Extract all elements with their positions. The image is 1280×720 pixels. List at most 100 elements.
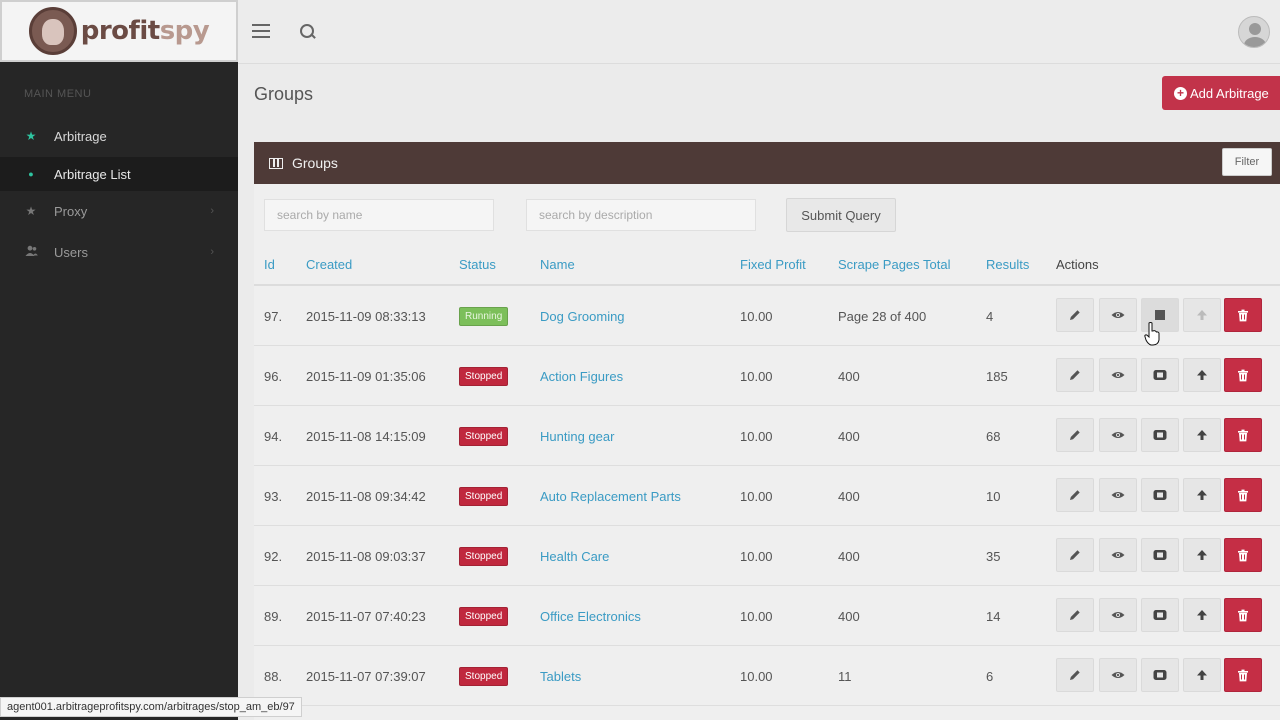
- pencil-icon: [1068, 428, 1082, 442]
- row-scrape-pages: 400: [838, 488, 860, 504]
- row-id: 93.: [264, 488, 283, 504]
- record-button[interactable]: [1141, 658, 1179, 692]
- search-description-input[interactable]: [526, 199, 756, 231]
- push-button[interactable]: [1183, 538, 1221, 572]
- search-icon[interactable]: [300, 24, 316, 40]
- status-badge: Running: [459, 306, 509, 326]
- column-header-status[interactable]: Status: [459, 257, 496, 272]
- record-button[interactable]: [1141, 358, 1179, 392]
- sidebar-item-label: Proxy: [54, 203, 88, 219]
- sidebar-item-users[interactable]: Users ›: [0, 235, 238, 269]
- column-header-results[interactable]: Results: [986, 257, 1029, 272]
- row-created: 2015-11-08 09:34:42: [306, 488, 426, 504]
- record-button[interactable]: [1141, 418, 1179, 452]
- row-id: 97.: [264, 308, 283, 324]
- panel-title: Groups: [292, 155, 338, 171]
- edit-button[interactable]: [1056, 658, 1094, 692]
- view-button[interactable]: [1099, 358, 1137, 392]
- row-name-link[interactable]: Office Electronics: [540, 586, 641, 646]
- column-header-id[interactable]: Id: [264, 257, 275, 272]
- edit-button[interactable]: [1056, 358, 1094, 392]
- column-header-scrape-pages-total[interactable]: Scrape Pages Total: [838, 257, 951, 272]
- record-button[interactable]: [1141, 598, 1179, 632]
- row-id: 89.: [264, 608, 283, 624]
- push-button[interactable]: [1183, 418, 1221, 452]
- pencil-icon: [1068, 308, 1082, 322]
- edit-button[interactable]: [1056, 418, 1094, 452]
- push-button[interactable]: [1183, 598, 1221, 632]
- star-icon: ★: [25, 129, 37, 143]
- delete-button[interactable]: [1224, 358, 1262, 392]
- edit-button[interactable]: [1056, 538, 1094, 572]
- edit-button[interactable]: [1056, 598, 1094, 632]
- row-created: 2015-11-08 14:15:09: [306, 428, 426, 444]
- table-row: 92. 2015-11-08 09:03:37 Stopped Health Care…: [254, 526, 1280, 586]
- view-button[interactable]: [1099, 538, 1137, 572]
- view-button[interactable]: [1099, 478, 1137, 512]
- column-header-created[interactable]: Created: [306, 257, 352, 272]
- row-name-link[interactable]: Auto Replacement Parts: [540, 466, 681, 526]
- row-name-link[interactable]: Hunting gear: [540, 406, 614, 466]
- push-button[interactable]: [1183, 358, 1221, 392]
- view-button[interactable]: [1099, 598, 1137, 632]
- record-button[interactable]: [1141, 478, 1179, 512]
- row-results: 14: [986, 608, 1001, 624]
- trash-icon: [1237, 369, 1249, 382]
- submit-query-button[interactable]: Submit Query: [786, 198, 896, 232]
- plus-circle-icon: +: [1174, 86, 1187, 100]
- eye-icon: [1111, 310, 1125, 320]
- eye-icon: [1111, 370, 1125, 380]
- column-header-actions: Actions: [1056, 257, 1099, 272]
- add-arbitrage-button[interactable]: + Add Arbitrage: [1162, 76, 1280, 110]
- panel-header: Groups Filter: [254, 142, 1280, 184]
- view-button[interactable]: [1099, 418, 1137, 452]
- edit-button[interactable]: [1056, 478, 1094, 512]
- menu-toggle-icon[interactable]: [252, 24, 270, 40]
- delete-button[interactable]: [1224, 598, 1262, 632]
- row-scrape-pages: 400: [838, 608, 860, 624]
- push-button[interactable]: [1183, 298, 1221, 332]
- sidebar-item-proxy[interactable]: ★ Proxy ›: [0, 194, 238, 228]
- delete-button[interactable]: [1224, 658, 1262, 692]
- column-header-fixed-profit[interactable]: Fixed Profit: [740, 257, 806, 272]
- arrow-up-icon: [1196, 669, 1208, 681]
- column-header-name[interactable]: Name: [540, 257, 575, 272]
- logo-mark-icon: [28, 7, 77, 55]
- row-name-link[interactable]: Health Care: [540, 526, 609, 586]
- view-button[interactable]: [1099, 298, 1137, 332]
- status-badge: Stopped: [459, 546, 509, 566]
- delete-button[interactable]: [1224, 538, 1262, 572]
- row-name-link[interactable]: Tablets: [540, 646, 581, 706]
- row-id: 92.: [264, 548, 283, 564]
- edit-button[interactable]: [1056, 298, 1094, 332]
- filter-button[interactable]: Filter: [1222, 148, 1272, 176]
- chevron-right-icon: ›: [210, 246, 214, 258]
- row-fixed-profit: 10.00: [740, 488, 773, 504]
- logo[interactable]: profitspy: [0, 0, 238, 62]
- row-fixed-profit: 10.00: [740, 668, 773, 684]
- hand-cursor-icon: [1144, 322, 1160, 346]
- table-row: 96. 2015-11-09 01:35:06 Stopped Action Figu…: [254, 346, 1280, 406]
- row-fixed-profit: 10.00: [740, 428, 773, 444]
- row-id: 96.: [264, 368, 283, 384]
- delete-button[interactable]: [1224, 418, 1262, 452]
- push-button[interactable]: [1183, 658, 1221, 692]
- row-created: 2015-11-07 07:39:07: [306, 668, 426, 684]
- chevron-right-icon: ›: [210, 205, 214, 217]
- sidebar-item-arbitrage[interactable]: ★ Arbitrage: [0, 119, 238, 153]
- record-button[interactable]: [1141, 538, 1179, 572]
- search-name-input[interactable]: [264, 199, 494, 231]
- user-avatar[interactable]: [1238, 16, 1270, 48]
- view-button[interactable]: [1099, 658, 1137, 692]
- delete-button[interactable]: [1224, 478, 1262, 512]
- table-row: 94. 2015-11-08 14:15:09 Stopped Hunting gea…: [254, 406, 1280, 466]
- sidebar-item-label: Arbitrage List: [54, 166, 131, 182]
- pencil-icon: [1068, 548, 1082, 562]
- sidebar-item-arbitrage-list[interactable]: ● Arbitrage List: [0, 157, 238, 191]
- status-bar-url: agent001.arbitrageprofitspy.com/arbitrag…: [0, 697, 302, 717]
- row-name-link[interactable]: Action Figures: [540, 346, 623, 406]
- row-name-link[interactable]: Dog Grooming: [540, 286, 625, 346]
- arrow-up-icon: [1196, 369, 1208, 381]
- push-button[interactable]: [1183, 478, 1221, 512]
- delete-button[interactable]: [1224, 298, 1262, 332]
